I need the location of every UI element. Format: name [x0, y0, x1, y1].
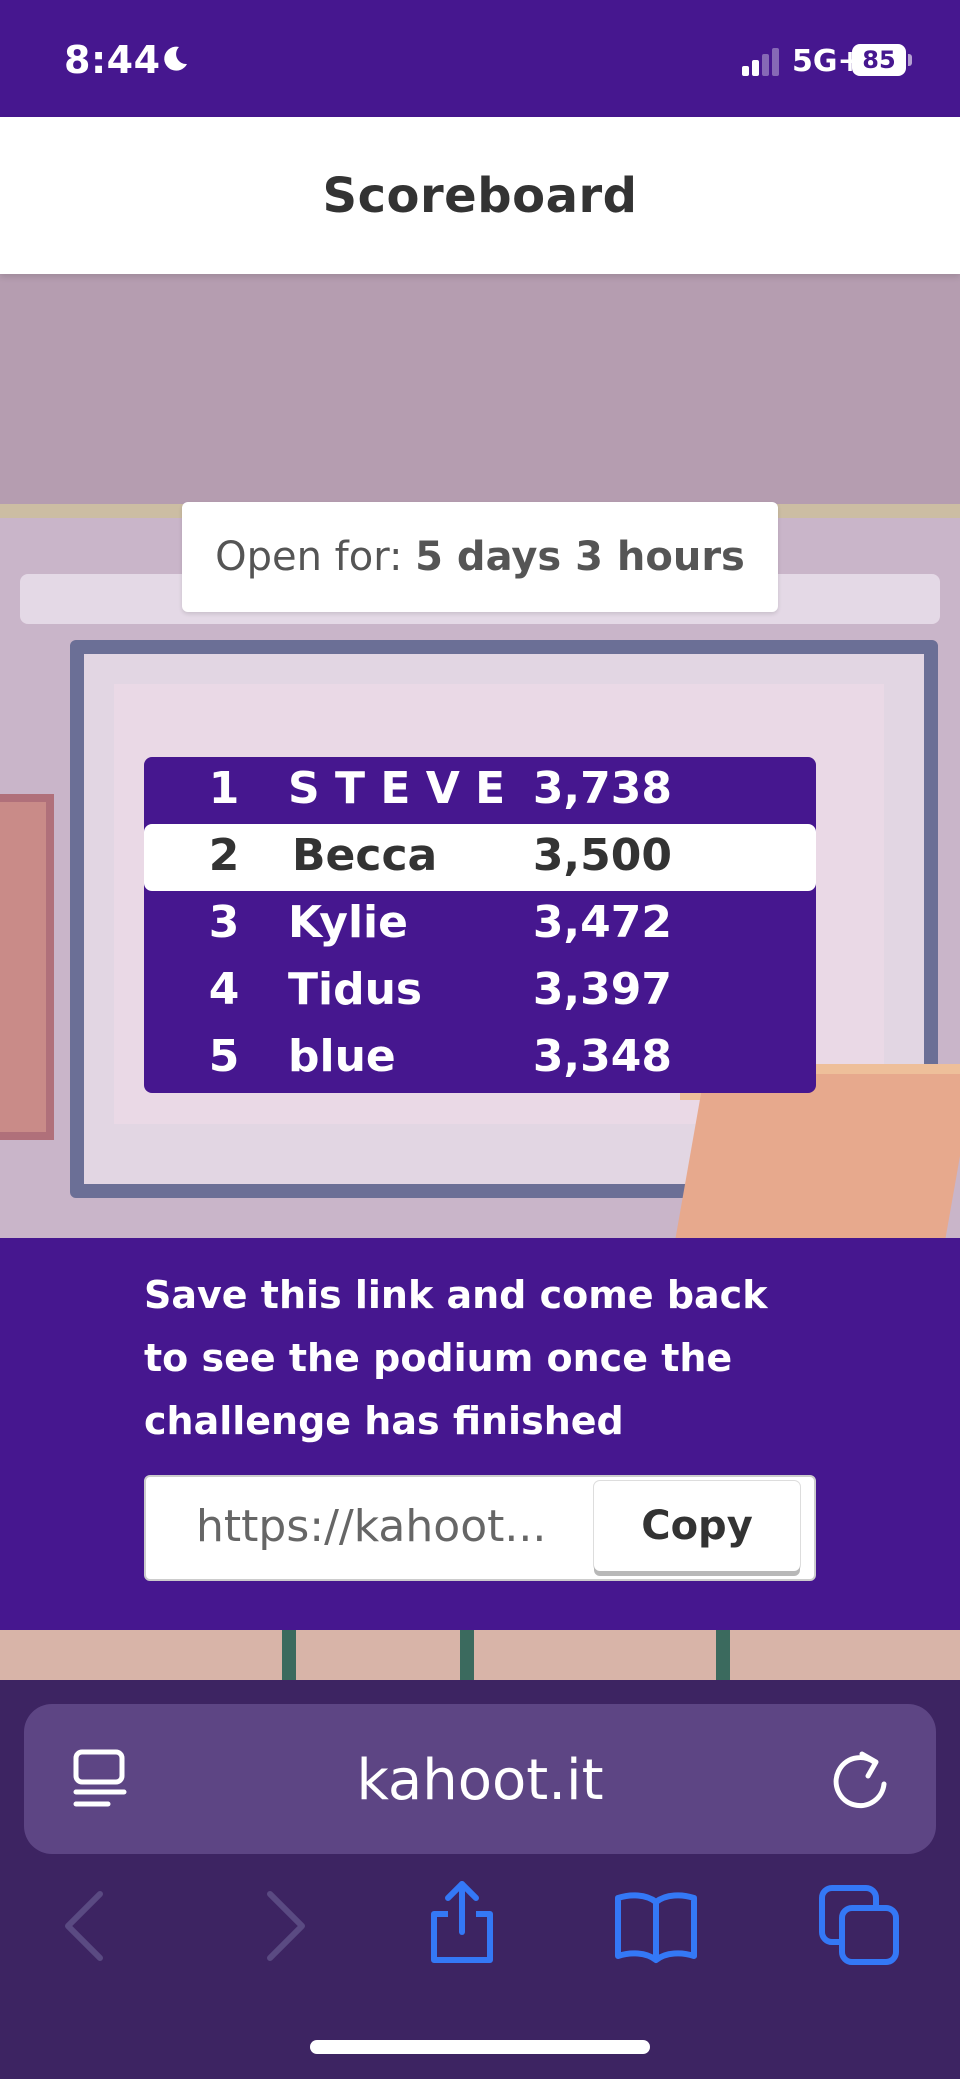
leaderboard-row-current-player: 2 Becca 3,500 — [144, 824, 816, 891]
tabs-icon[interactable] — [818, 1884, 902, 1968]
player-score: 3,500 — [532, 830, 672, 881]
leaderboard: 1 S T E V E N 3,738 2 Becca 3,500 3 Kyli… — [144, 757, 816, 1093]
leaderboard-row: 3 Kylie 3,472 — [144, 891, 816, 958]
moon-icon — [164, 46, 187, 71]
floor-illustration — [0, 1630, 960, 1680]
player-score: 3,738 — [532, 763, 672, 814]
player-score: 3,397 — [532, 964, 672, 1015]
rank: 2 — [208, 830, 240, 881]
share-link-field[interactable]: https://kahoot... Copy — [144, 1475, 816, 1581]
save-link-message: Save this link and come back to see the … — [144, 1273, 768, 1443]
open-for-value: 5 days 3 hours — [415, 534, 745, 580]
side-frame-illustration — [0, 794, 54, 1140]
bookmarks-icon[interactable] — [614, 1884, 698, 1968]
leaderboard-row: 1 S T E V E N 3,738 — [144, 757, 816, 824]
home-indicator[interactable] — [310, 2040, 650, 2054]
player-name: Tidus — [288, 964, 423, 1015]
signal-icon — [742, 46, 784, 76]
reload-icon[interactable] — [828, 1746, 892, 1812]
leaderboard-row: 5 blue 3,348 — [144, 1025, 816, 1092]
browser-toolbar: kahoot.it — [0, 1680, 960, 2079]
classroom-background — [0, 274, 960, 1238]
open-for-label: Open for: — [215, 534, 416, 580]
page-header: Scoreboard — [0, 117, 960, 274]
battery-cap — [908, 54, 912, 66]
rank: 1 — [208, 763, 240, 814]
rank: 4 — [208, 964, 240, 1015]
player-name: S T E V E N — [288, 763, 520, 814]
player-score: 3,348 — [532, 1031, 672, 1082]
battery-icon: 85 — [852, 44, 906, 76]
address-bar[interactable]: kahoot.it — [24, 1704, 936, 1854]
desk-illustration — [675, 1074, 960, 1238]
status-bar: 8:44 5G+ 85 — [0, 0, 960, 117]
rank: 5 — [208, 1031, 240, 1082]
open-for-card: Open for: 5 days 3 hours — [182, 502, 778, 612]
share-link-url[interactable]: https://kahoot... — [196, 1501, 586, 1552]
copy-button[interactable]: Copy — [594, 1481, 800, 1571]
share-icon[interactable] — [420, 1880, 504, 1964]
wall-illustration — [0, 274, 960, 504]
forward-icon[interactable] — [242, 1884, 326, 1968]
save-link-section: Save this link and come back to see the … — [0, 1238, 960, 1630]
player-score: 3,472 — [532, 897, 672, 948]
rank: 3 — [208, 897, 240, 948]
player-name: Kylie — [288, 897, 408, 948]
address-url[interactable]: kahoot.it — [24, 1748, 936, 1813]
page-title: Scoreboard — [322, 167, 638, 224]
leaderboard-row: 4 Tidus 3,397 — [144, 958, 816, 1025]
player-name: Becca — [292, 830, 438, 881]
back-icon[interactable] — [44, 1884, 128, 1968]
open-for-text: Open for: 5 days 3 hours — [215, 534, 745, 580]
player-name: blue — [288, 1031, 396, 1082]
status-time: 8:44 — [64, 38, 161, 82]
